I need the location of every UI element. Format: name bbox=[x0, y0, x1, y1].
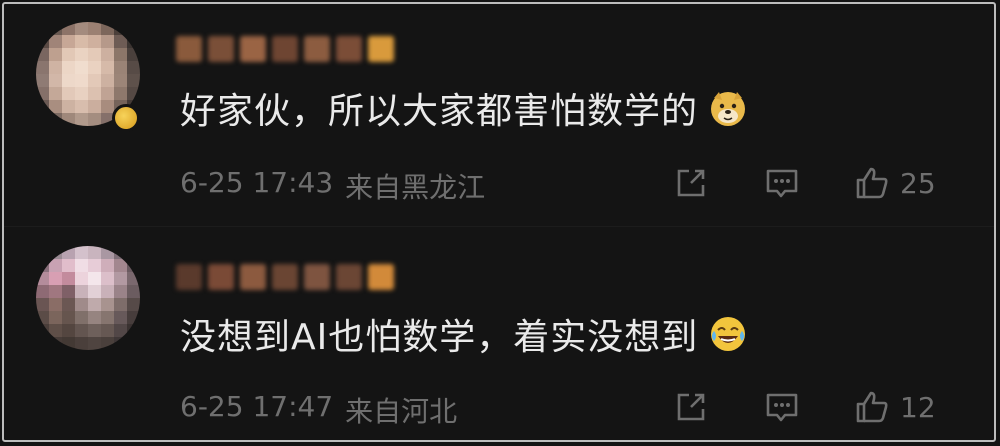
comment-icon bbox=[766, 393, 798, 422]
comment-actions: 25 bbox=[674, 158, 994, 208]
like-button[interactable]: 12 bbox=[854, 382, 936, 432]
username-redacted-block bbox=[272, 264, 298, 290]
comment-date: 6-25 17:43 bbox=[180, 166, 334, 199]
username-redacted-block bbox=[240, 264, 266, 290]
comment-actions: 12 bbox=[674, 382, 994, 432]
username-redacted-block bbox=[176, 36, 202, 62]
comment-meta: 6-25 17:47 来自河北 bbox=[180, 390, 457, 430]
username[interactable] bbox=[176, 260, 400, 294]
reply-button[interactable] bbox=[764, 158, 800, 208]
laughing-tears-emoji-icon bbox=[711, 317, 746, 351]
username-redacted-block bbox=[336, 264, 362, 290]
username-redacted-block bbox=[336, 36, 362, 62]
share-icon bbox=[677, 393, 705, 421]
comment-meta: 6-25 17:43 来自黑龙江 bbox=[180, 166, 485, 206]
username-redacted-block bbox=[368, 36, 394, 62]
avatar[interactable] bbox=[36, 246, 140, 350]
like-button[interactable]: 25 bbox=[854, 158, 936, 208]
doge-emoji-icon bbox=[711, 92, 746, 126]
username-redacted-block bbox=[176, 264, 202, 290]
comment-item: 好家伙，所以大家都害怕数学的 6-25 17:43 来自黑龙江 25 bbox=[4, 4, 994, 224]
comment-date: 6-25 17:47 bbox=[180, 390, 334, 423]
thumbs-up-icon bbox=[856, 167, 888, 199]
like-count: 12 bbox=[900, 390, 936, 424]
comment-text: 好家伙，所以大家都害怕数学的 bbox=[180, 82, 748, 134]
comment-item: 没想到AI也怕数学，着实没想到 6-25 17:47 来自河北 12 bbox=[4, 226, 994, 446]
comment-body: 没想到AI也怕数学，着实没想到 bbox=[180, 317, 699, 358]
username-redacted-block bbox=[304, 36, 330, 62]
reply-button[interactable] bbox=[764, 382, 800, 432]
username-redacted-block bbox=[272, 36, 298, 62]
like-count: 25 bbox=[900, 166, 936, 200]
comment-location: 来自黑龙江 bbox=[345, 171, 486, 204]
username-redacted-block bbox=[208, 36, 234, 62]
comment-icon bbox=[766, 169, 798, 198]
share-button[interactable] bbox=[674, 382, 708, 432]
share-button[interactable] bbox=[674, 158, 708, 208]
thumbs-up-icon bbox=[856, 391, 888, 423]
comment-text: 没想到AI也怕数学，着实没想到 bbox=[180, 308, 748, 360]
username-redacted-block bbox=[368, 264, 394, 290]
username[interactable] bbox=[176, 32, 400, 66]
comment-list: 好家伙，所以大家都害怕数学的 6-25 17:43 来自黑龙江 25 没想到AI… bbox=[2, 2, 996, 442]
username-redacted-block bbox=[240, 36, 266, 62]
username-redacted-block bbox=[304, 264, 330, 290]
comment-location: 来自河北 bbox=[345, 395, 458, 428]
verified-badge-icon bbox=[112, 104, 140, 132]
share-icon bbox=[677, 169, 705, 197]
username-redacted-block bbox=[208, 264, 234, 290]
comment-body: 好家伙，所以大家都害怕数学的 bbox=[180, 91, 699, 132]
